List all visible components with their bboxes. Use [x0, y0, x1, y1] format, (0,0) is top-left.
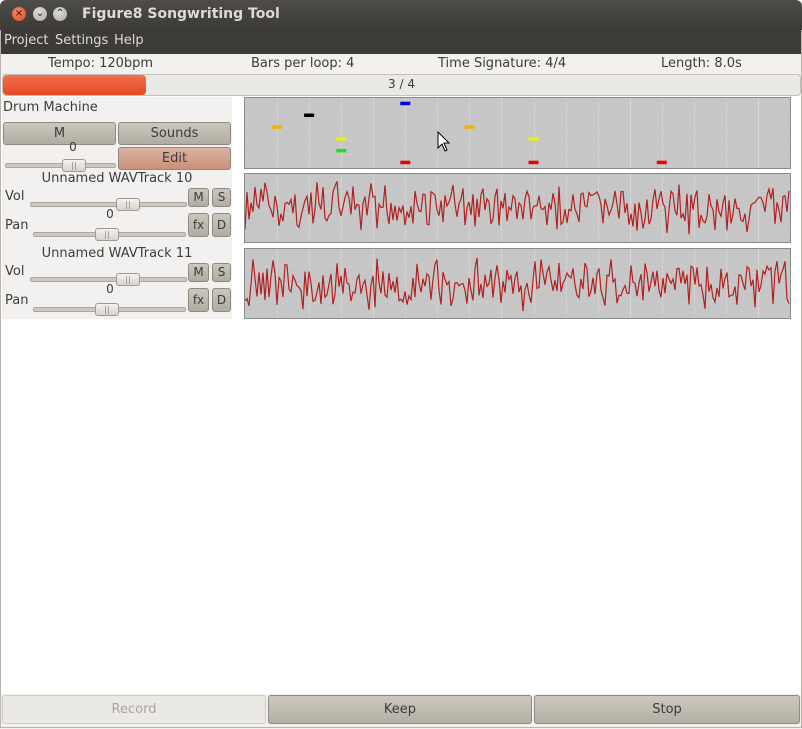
track-mute-button[interactable]: M	[188, 263, 209, 282]
drum-hit	[336, 137, 347, 141]
waveform-track-10[interactable]	[244, 173, 791, 243]
track-delete-button[interactable]: D	[212, 213, 231, 237]
track-fx-button[interactable]: fx	[188, 288, 209, 312]
pan-value: 0	[106, 207, 114, 221]
drum-hit	[528, 137, 539, 141]
drum-volume-track[interactable]	[5, 163, 116, 168]
time-signature-label: Time Signature: 4/4	[438, 56, 567, 71]
track-pan-knob[interactable]: ||	[95, 228, 119, 241]
keep-button[interactable]: Keep	[268, 695, 532, 724]
waveform-line	[245, 181, 790, 235]
song-info-bar: Tempo: 120bpm Bars per loop: 4 Time Sign…	[0, 54, 802, 75]
minimize-icon[interactable]: ⌄	[33, 7, 47, 21]
drum-sounds-button[interactable]: Sounds	[118, 122, 231, 145]
stop-button[interactable]: Stop	[534, 695, 800, 724]
menu-settings[interactable]: Settings	[55, 33, 108, 48]
progress-text: 3 / 4	[388, 77, 415, 91]
pan-label: Pan	[5, 218, 29, 233]
menu-bar: Project Settings Help	[0, 30, 802, 54]
drum-pattern-canvas[interactable]	[245, 98, 790, 168]
menu-help[interactable]: Help	[114, 33, 144, 48]
drum-hit	[528, 160, 539, 165]
length-label: Length: 8.0s	[661, 56, 742, 71]
track-pan-knob[interactable]: ||	[95, 303, 119, 316]
close-icon[interactable]: ×	[12, 7, 26, 21]
drum-mute-button[interactable]: M	[3, 122, 116, 145]
mouse-cursor-icon	[437, 131, 451, 152]
maximize-icon[interactable]: ⌃	[53, 7, 67, 21]
drum-hit	[656, 160, 667, 165]
track-name: Unnamed WAVTrack 11	[41, 246, 193, 261]
track-volume-knob[interactable]: ||	[116, 273, 140, 286]
track-solo-button[interactable]: S	[212, 188, 231, 207]
track-delete-button[interactable]: D	[212, 288, 231, 312]
drum-hit	[336, 148, 347, 153]
pan-value: 0	[106, 282, 114, 296]
drum-edit-button[interactable]: Edit	[118, 147, 231, 170]
track-mute-button[interactable]: M	[188, 188, 209, 207]
waveform-track-11[interactable]	[244, 248, 791, 319]
drum-hit	[400, 160, 411, 165]
waveform-canvas[interactable]	[245, 249, 790, 318]
tempo-label: Tempo: 120bpm	[48, 56, 154, 71]
track-fx-button[interactable]: fx	[188, 213, 209, 237]
transport-bar: Record Keep Stop	[0, 694, 802, 729]
track-controls-panel: Drum Machine M Sounds 0 || Edit Unnamed …	[2, 97, 232, 319]
loop-progress-bar: 3 / 4	[2, 74, 801, 96]
drum-volume-value: 0	[69, 140, 77, 154]
track-volume-knob[interactable]: ||	[116, 198, 140, 211]
pan-label: Pan	[5, 293, 29, 308]
drum-hit	[272, 125, 283, 129]
record-button[interactable]: Record	[2, 695, 266, 724]
drum-hit	[304, 113, 315, 117]
track-name: Unnamed WAVTrack 10	[41, 171, 193, 186]
title-bar: × ⌄ ⌃ Figure8 Songwriting Tool	[0, 0, 802, 30]
drum-hit	[400, 101, 411, 106]
vol-label: Vol	[5, 189, 25, 204]
bars-per-loop-label: Bars per loop: 4	[251, 56, 355, 71]
vol-label: Vol	[5, 264, 25, 279]
drum-hit	[464, 125, 475, 129]
drum-pattern-grid[interactable]	[244, 97, 791, 169]
menu-project[interactable]: Project	[4, 33, 48, 48]
window-title: Figure8 Songwriting Tool	[82, 6, 280, 22]
track-solo-button[interactable]: S	[212, 263, 231, 282]
drum-machine-label: Drum Machine	[3, 100, 98, 115]
waveform-canvas[interactable]	[245, 174, 790, 242]
